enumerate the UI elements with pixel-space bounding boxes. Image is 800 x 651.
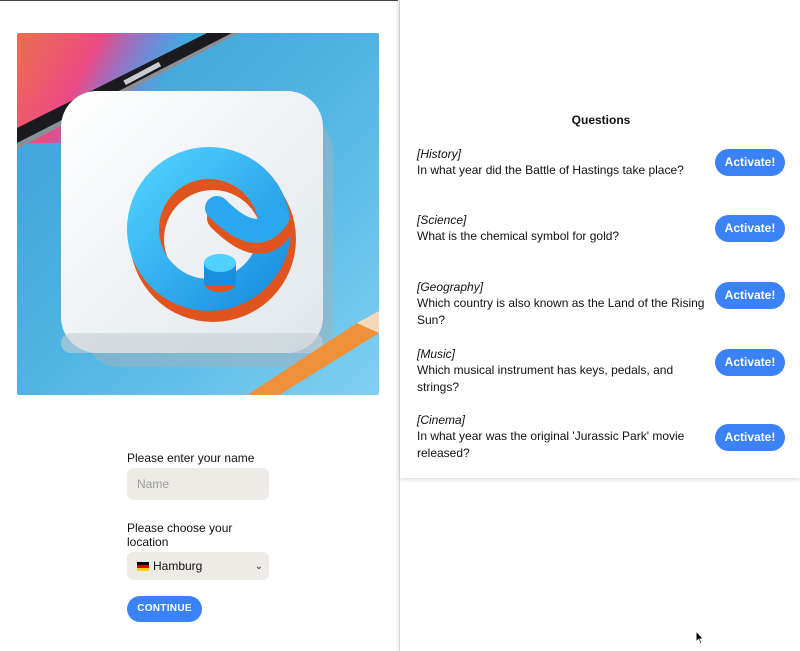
- question-text: In what year was the original 'Jurassic …: [417, 429, 685, 460]
- activate-button[interactable]: Activate!: [715, 349, 785, 376]
- question-text: Which musical instrument has keys, pedal…: [417, 363, 674, 394]
- player-login-pane: Please enter your name Please choose you…: [0, 0, 398, 651]
- question-text: In what year did the Battle of Hastings …: [417, 163, 684, 177]
- german-flag-icon: [137, 561, 149, 571]
- questions-pane: Questions [History] In what year did the…: [399, 0, 800, 651]
- activate-button[interactable]: Activate!: [715, 424, 785, 451]
- questions-panel: Questions [History] In what year did the…: [400, 0, 800, 478]
- location-select[interactable]: Hamburg ⌄: [127, 552, 269, 580]
- quiz-logo-image: [17, 33, 379, 395]
- chevron-down-icon: ⌄: [254, 560, 263, 572]
- activate-button[interactable]: Activate!: [715, 282, 785, 309]
- location-label: Please choose your location: [127, 521, 233, 549]
- location-value: Hamburg: [153, 559, 203, 573]
- name-label: Please enter your name: [127, 451, 255, 465]
- continue-button[interactable]: CONTINUE: [127, 596, 202, 622]
- question-text: What is the chemical symbol for gold?: [417, 229, 620, 243]
- activate-button[interactable]: Activate!: [715, 149, 785, 176]
- question-text: Which country is also known as the Land …: [417, 296, 705, 327]
- login-form: Please enter your name Please choose you…: [127, 451, 277, 622]
- activate-button[interactable]: Activate!: [715, 215, 785, 242]
- name-input[interactable]: [127, 468, 269, 500]
- questions-title: Questions: [571, 113, 631, 127]
- mouse-cursor-icon: [695, 629, 705, 650]
